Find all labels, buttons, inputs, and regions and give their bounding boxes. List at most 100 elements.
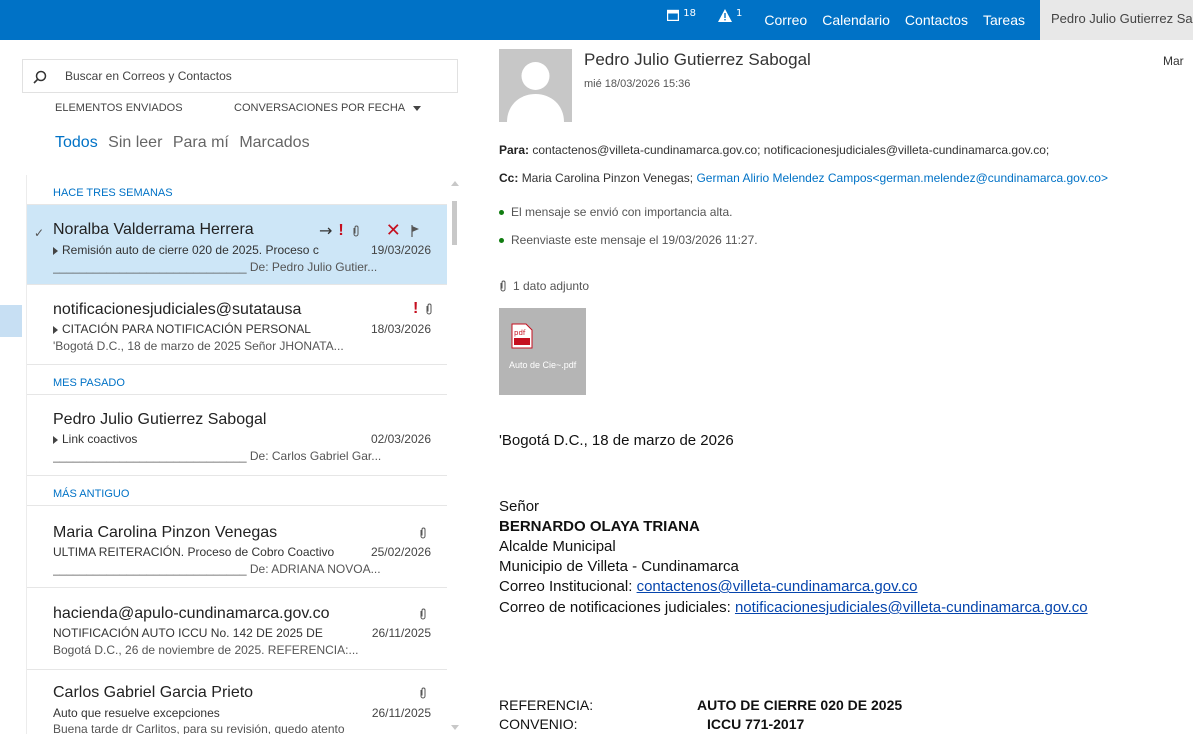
sort-label: CONVERSACIONES POR FECHA	[234, 102, 406, 114]
scroll-up-icon[interactable]	[451, 181, 459, 186]
jud-email-link[interactable]: notificacionesjudiciales@villeta-cundina…	[735, 599, 1088, 616]
info-dot-icon	[499, 209, 504, 215]
message-from: Noralba Valderrama Herrera	[53, 221, 254, 238]
expand-triangle-icon[interactable]	[53, 247, 58, 255]
sender-name[interactable]: Pedro Julio Gutierrez Sabogal	[584, 50, 811, 70]
importance-note: El mensaje se envió con importancia alta…	[499, 205, 732, 219]
cc-line: Cc: Maria Carolina Pinzon Venegas; Germa…	[499, 171, 1108, 185]
alert-icon	[718, 9, 733, 22]
search-placeholder: Buscar en Correos y Contactos	[65, 69, 232, 83]
delete-icon[interactable]: ✕	[386, 220, 401, 241]
person-icon	[507, 62, 564, 122]
checkmark-icon: ✓	[34, 226, 45, 240]
message-list[interactable]: HACE TRES SEMANAS ✓ Noralba Valderrama H…	[26, 175, 462, 734]
message-subject: Link coactivos	[62, 432, 138, 446]
expand-triangle-icon[interactable]	[53, 436, 58, 444]
filter-all[interactable]: Todos	[55, 134, 98, 151]
search-icon	[33, 70, 47, 84]
nav-calendar[interactable]: Calendario	[822, 12, 890, 28]
message-flags: → ! ✕	[319, 220, 420, 241]
body-salutation: Señor	[499, 498, 540, 515]
message-from: hacienda@apulo-cundinamarca.gov.co	[53, 605, 330, 622]
expand-triangle-icon[interactable]	[53, 326, 58, 334]
filter-unread[interactable]: Sin leer	[108, 134, 162, 151]
body-municipality: Municipio de Villeta - Cundinamarca	[499, 558, 739, 575]
message-date: 26/11/2025	[371, 626, 431, 640]
avatar	[499, 49, 572, 122]
message-item[interactable]: notificacionesjudiciales@sutatausa ! CIT…	[27, 285, 447, 365]
list-scrollbar[interactable]	[448, 175, 461, 734]
message-preview: 'Bogotá D.C., 18 de marzo de 2025 Señor …	[53, 339, 344, 353]
flag-icon[interactable]	[411, 224, 420, 237]
user-name[interactable]: Pedro Julio Gutierrez Sabogal	[1040, 0, 1193, 40]
attachment-tile[interactable]: pdf Auto de Cie~.pdf	[499, 308, 586, 395]
reference-value: AUTO DE CIERRE 020 DE 2025	[697, 697, 903, 713]
inst-email-label: Correo Institucional:	[499, 578, 637, 595]
message-subject: Auto que resuelve excepciones	[53, 706, 220, 720]
message-item[interactable]: ✓ Noralba Valderrama Herrera → ! ✕ Remis…	[27, 205, 447, 285]
message-date: 26/11/2025	[371, 706, 431, 720]
message-subject: Remisión auto de cierre 020 de 2025. Pro…	[62, 243, 319, 257]
folder-name: ELEMENTOS ENVIADOS	[55, 102, 183, 114]
message-from: Maria Carolina Pinzon Venegas	[53, 524, 278, 541]
search-box[interactable]: Buscar en Correos y Contactos	[22, 59, 458, 93]
truncated-header-text: Mar	[1163, 54, 1184, 68]
message-from: notificacionesjudiciales@sutatausa	[53, 301, 302, 318]
calendar-notifications[interactable]: 18	[667, 9, 696, 31]
to-recipients[interactable]: contactenos@villeta-cundinamarca.gov.co;…	[532, 143, 1049, 157]
message-item[interactable]: Pedro Julio Gutierrez Sabogal Link coact…	[27, 395, 447, 476]
nav-selected-indicator	[0, 305, 22, 337]
sent-date: mié 18/03/2026 15:36	[584, 78, 691, 90]
attachment-icon	[420, 527, 426, 539]
calendar-icon	[667, 9, 680, 21]
body-date-line: 'Bogotá D.C., 18 de marzo de 2026	[499, 432, 734, 449]
filter-to-me[interactable]: Para mí	[173, 134, 229, 151]
message-flags: !	[413, 300, 433, 318]
chevron-down-icon	[413, 105, 422, 111]
top-bar: 18 1 Correo Calendario Contactos Tareas …	[0, 0, 1193, 40]
agreement-label: CONVENIO:	[499, 716, 578, 732]
high-importance-icon: !	[338, 221, 344, 239]
message-item[interactable]: Carlos Gabriel Garcia Prieto Auto que re…	[27, 670, 447, 734]
message-date: 19/03/2026	[370, 243, 431, 257]
message-date: 18/03/2026	[370, 322, 431, 336]
cc-label: Cc:	[499, 171, 519, 185]
attachment-icon	[500, 280, 506, 292]
to-label: Para:	[499, 143, 530, 157]
info-dot-icon	[499, 237, 504, 243]
alert-notifications[interactable]: 1	[718, 9, 742, 31]
group-header-last-month: MES PASADO	[27, 365, 447, 395]
group-header-older: MÁS ANTIGUO	[27, 476, 447, 506]
message-subject: ULTIMA REITERACIÓN. Proceso de Cobro Coa…	[53, 545, 335, 559]
message-item[interactable]: hacienda@apulo-cundinamarca.gov.co NOTIF…	[27, 588, 447, 670]
pdf-icon: pdf	[511, 323, 533, 349]
message-item[interactable]: Maria Carolina Pinzon Venegas ULTIMA REI…	[27, 506, 447, 588]
nav-tasks[interactable]: Tareas	[983, 12, 1025, 28]
message-preview: Buena tarde dr Carlitos, para su revisió…	[53, 722, 345, 734]
agreement-value: ICCU 771-2017	[707, 716, 805, 732]
cc-recipient-link[interactable]: German Alirio Melendez Campos<german.mel…	[696, 171, 1108, 185]
jud-email-label: Correo de notificaciones judiciales:	[499, 599, 735, 616]
attachment-name: Auto de Cie~.pdf	[509, 360, 577, 370]
reference-label: REFERENCIA:	[499, 697, 594, 713]
nav-mail[interactable]: Correo	[764, 12, 807, 28]
message-preview: _____________________________ De: Carlos…	[53, 449, 382, 463]
inst-email-link[interactable]: contactenos@villeta-cundinamarca.gov.co	[637, 578, 918, 595]
message-subject: NOTIFICACIÓN AUTO ICCU No. 142 DE 2025 D…	[53, 626, 323, 640]
message-preview: _____________________________ De: Pedro …	[53, 260, 378, 274]
forwarded-icon: →	[319, 221, 333, 240]
message-preview: _____________________________ De: ADRIAN…	[53, 562, 381, 576]
scroll-thumb[interactable]	[452, 201, 457, 245]
sort-dropdown[interactable]: CONVERSACIONES POR FECHA	[234, 102, 422, 114]
message-list-panel: Buscar en Correos y Contactos ELEMENTOS …	[22, 40, 459, 734]
attachment-icon	[420, 608, 426, 620]
filter-flagged[interactable]: Marcados	[239, 134, 309, 151]
body-title: Alcalde Municipal	[499, 538, 616, 555]
attachment-icon	[353, 225, 359, 236]
cc-recipient[interactable]: Maria Carolina Pinzon Venegas;	[522, 171, 693, 185]
calendar-count: 18	[683, 8, 697, 19]
importance-text: El mensaje se envió con importancia alta…	[511, 205, 733, 219]
scroll-down-icon[interactable]	[451, 725, 459, 730]
nav-contacts[interactable]: Contactos	[905, 12, 968, 28]
forwarded-note: Reenviaste este mensaje el 19/03/2026 11…	[499, 233, 758, 247]
